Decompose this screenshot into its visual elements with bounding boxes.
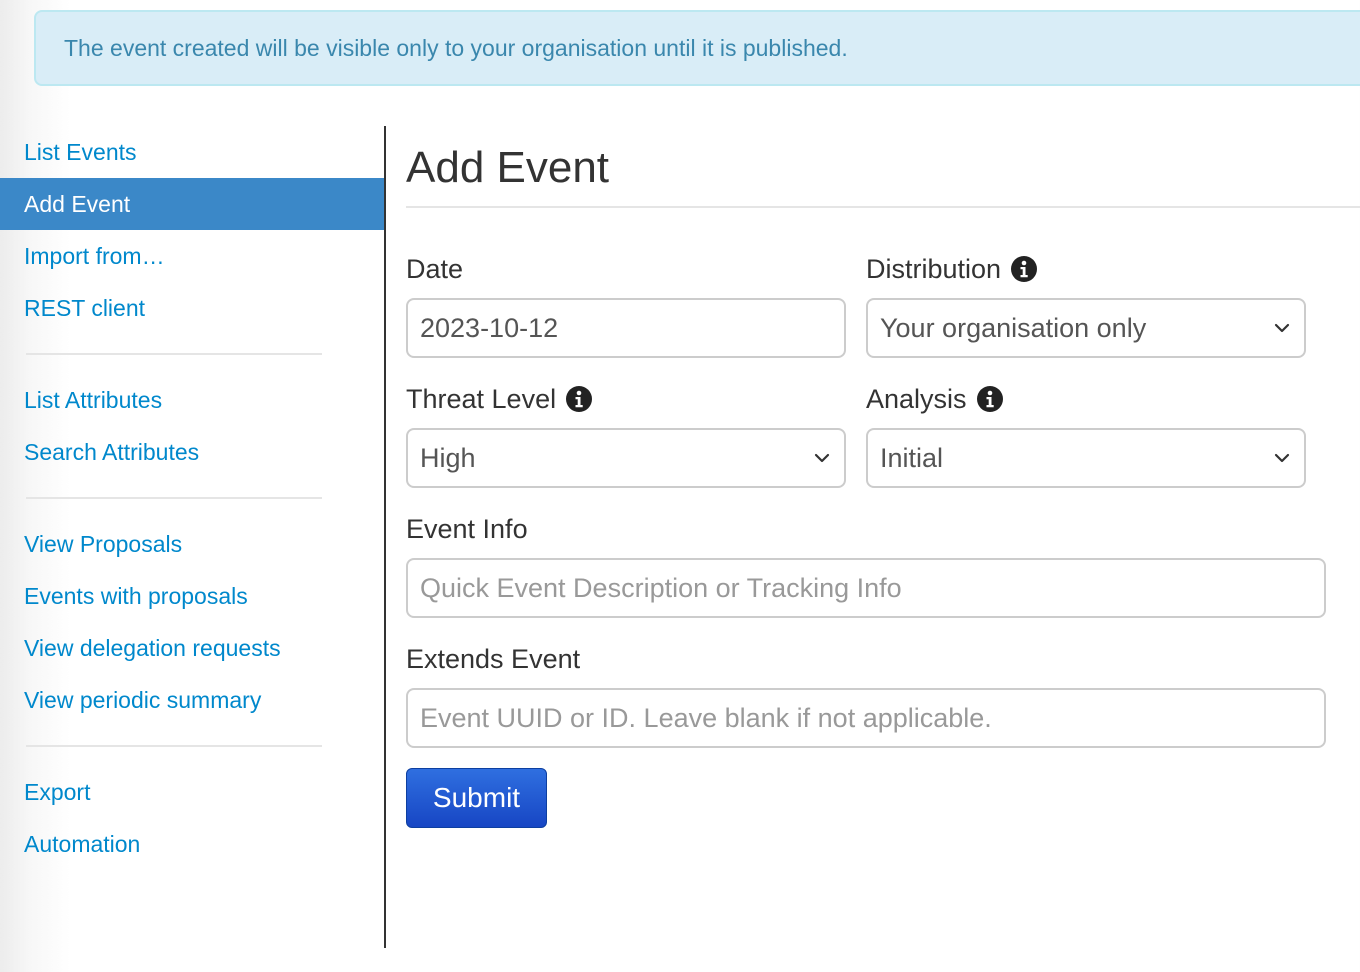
sidebar-divider [26,497,322,499]
sidebar-item-list-attributes[interactable]: List Attributes [0,374,384,426]
sidebar-item-events-with-proposals[interactable]: Events with proposals [0,570,384,622]
info-alert-text: The event created will be visible only t… [64,35,848,61]
threat-level-select[interactable]: High [406,428,846,488]
event-info-label-text: Event Info [406,514,528,544]
info-alert: The event created will be visible only t… [34,10,1360,86]
event-info-label: Event Info [406,512,528,546]
distribution-select[interactable]: Your organisation only [866,298,1306,358]
chevron-down-icon [1274,323,1290,333]
sidebar-item-add-event[interactable]: Add Event [0,178,384,230]
distribution-label: Distribution [866,252,1038,286]
page-title: Add Event [406,143,610,192]
analysis-select-value: Initial [880,442,944,473]
chevron-down-icon [814,453,830,463]
extends-event-input[interactable] [406,688,1326,748]
event-info-input[interactable] [406,558,1326,618]
date-label: Date [406,252,463,286]
date-label-text: Date [406,254,464,284]
threat-level-label: Threat Level [406,382,593,416]
sidebar-divider [26,745,322,747]
info-icon[interactable] [1010,255,1038,283]
info-icon[interactable] [976,385,1004,413]
analysis-label: Analysis [866,382,1004,416]
sidebar-item-automation[interactable]: Automation [0,818,384,870]
extends-event-label-text: Extends Event [406,644,581,674]
info-icon[interactable] [565,385,593,413]
extends-event-label: Extends Event [406,642,580,676]
sidebar-item-export[interactable]: Export [0,766,384,818]
sidebar-item-view-periodic-summary[interactable]: View periodic summary [0,674,384,726]
sidebar-item-import-from[interactable]: Import from… [0,230,384,282]
submit-button[interactable]: Submit [406,768,547,828]
sidebar: List Events Add Event Import from… REST … [0,126,384,870]
sidebar-separator [384,126,386,948]
distribution-select-value: Your organisation only [880,312,1147,343]
distribution-label-text: Distribution [866,254,1002,284]
title-divider [406,206,1360,208]
date-input[interactable] [406,298,846,358]
sidebar-item-rest-client[interactable]: REST client [0,282,384,334]
sidebar-divider [26,353,322,355]
chevron-down-icon [1274,453,1290,463]
threat-level-label-text: Threat Level [406,384,557,414]
sidebar-item-list-events[interactable]: List Events [0,126,384,178]
sidebar-item-view-proposals[interactable]: View Proposals [0,518,384,570]
sidebar-item-search-attributes[interactable]: Search Attributes [0,426,384,478]
sidebar-item-view-delegation-requests[interactable]: View delegation requests [0,622,384,674]
analysis-label-text: Analysis [866,384,967,414]
threat-level-select-value: High [420,442,476,473]
analysis-select[interactable]: Initial [866,428,1306,488]
